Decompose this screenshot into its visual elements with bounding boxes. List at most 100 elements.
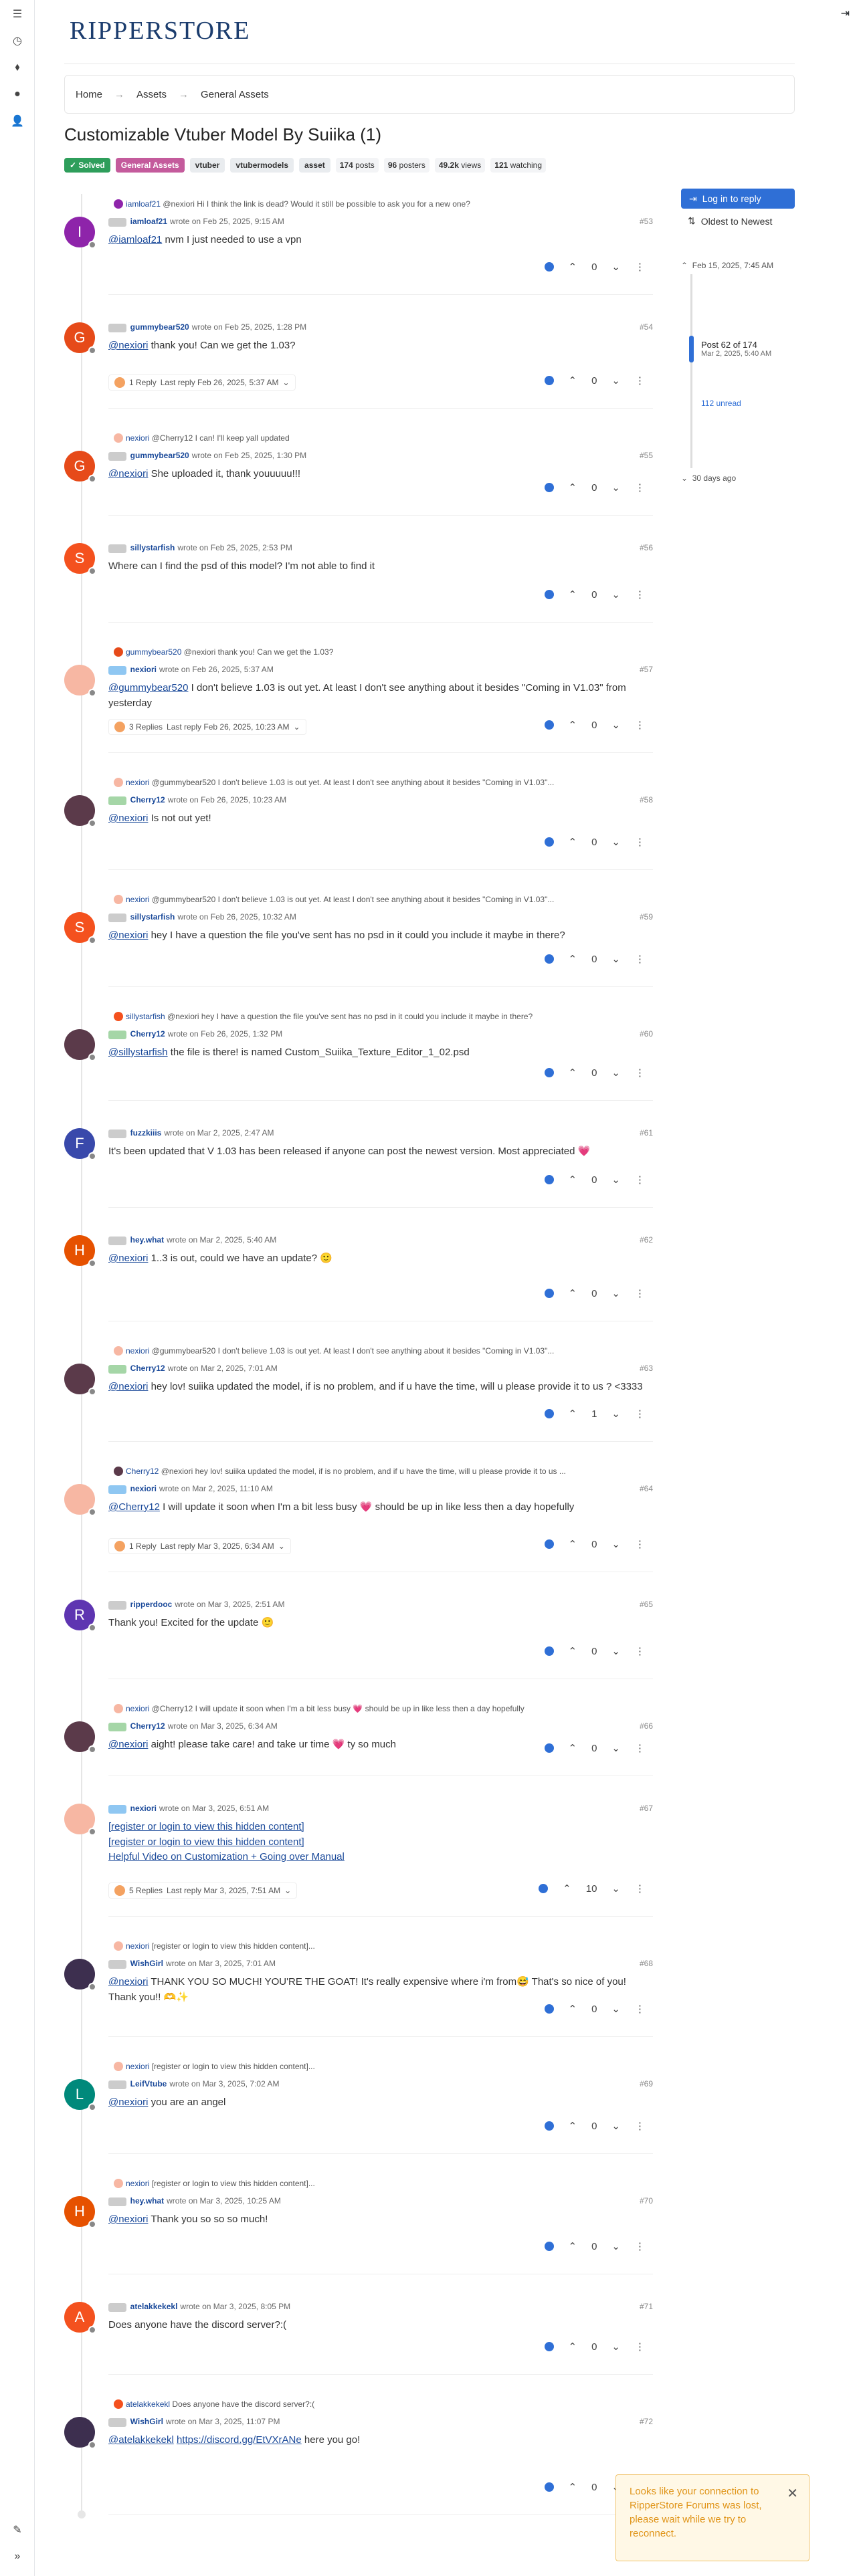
upvote-icon[interactable]: ⌃	[563, 1883, 571, 1895]
post-author[interactable]: Cherry12	[130, 1721, 165, 1731]
downvote-icon[interactable]: ⌄	[611, 2003, 620, 2015]
post-index[interactable]: #56	[640, 543, 653, 552]
category-badge[interactable]: General Assets	[115, 158, 185, 173]
tag-asset[interactable]: asset	[299, 158, 330, 173]
post-index[interactable]: #68	[640, 1959, 653, 1968]
upvote-icon[interactable]: ⌃	[569, 2003, 577, 2015]
post-timestamp[interactable]: wrote on Mar 2, 2025, 2:47 AM	[164, 1128, 274, 1138]
avatar[interactable]: H	[64, 1235, 96, 1267]
vote-count[interactable]: 0	[591, 2121, 597, 2132]
parent-post-preview[interactable]: atelakkekekl Does anyone have the discor…	[114, 2399, 642, 2409]
post-timestamp[interactable]: wrote on Feb 25, 2025, 2:53 PM	[177, 543, 292, 552]
post-author[interactable]: Cherry12	[130, 1029, 165, 1039]
parent-post-preview[interactable]: nexiori [register or login to view this …	[114, 2179, 642, 2188]
vote-count[interactable]: 0	[591, 954, 597, 965]
post-author[interactable]: gummybear520	[130, 451, 189, 460]
post-index[interactable]: #57	[640, 665, 653, 674]
quote-icon[interactable]	[544, 837, 554, 847]
upvote-icon[interactable]: ⌃	[569, 953, 577, 965]
more-options-icon[interactable]: ⋮	[635, 719, 645, 731]
quote-icon[interactable]	[544, 483, 554, 492]
upvote-icon[interactable]: ⌃	[569, 1408, 577, 1420]
post-index[interactable]: #67	[640, 1804, 653, 1813]
hidden-content-link[interactable]: [register or login to view this hidden c…	[108, 1821, 304, 1832]
replies-toggle[interactable]: 3 Replies Last reply Feb 26, 2025, 10:23 …	[108, 719, 306, 735]
upvote-icon[interactable]: ⌃	[569, 1067, 577, 1079]
post-timestamp[interactable]: wrote on Mar 3, 2025, 8:05 PM	[180, 2302, 290, 2311]
post-timestamp[interactable]: wrote on Feb 25, 2025, 1:28 PM	[192, 322, 306, 332]
post-author[interactable]: Cherry12	[130, 795, 165, 804]
breadcrumb-assets[interactable]: Assets	[136, 89, 167, 100]
quote-icon[interactable]	[539, 1884, 549, 1893]
more-options-icon[interactable]: ⋮	[635, 1538, 645, 1550]
downvote-icon[interactable]: ⌄	[611, 2120, 620, 2132]
post-timestamp[interactable]: wrote on Feb 25, 2025, 1:30 PM	[192, 451, 306, 460]
upvote-icon[interactable]: ⌃	[569, 2240, 577, 2252]
parent-post-preview[interactable]: nexiori @Cherry12 I can! I'll keep yall …	[114, 433, 642, 443]
downvote-icon[interactable]: ⌄	[611, 1742, 620, 1754]
user-mention[interactable]: @nexiori	[108, 468, 148, 479]
post-index[interactable]: #69	[640, 2079, 653, 2088]
more-options-icon[interactable]: ⋮	[635, 1408, 645, 1420]
quote-icon[interactable]	[544, 376, 554, 385]
downvote-icon[interactable]: ⌄	[611, 2240, 620, 2252]
upvote-icon[interactable]: ⌃	[569, 836, 577, 848]
breadcrumb-general-assets[interactable]: General Assets	[201, 89, 269, 100]
user-mention[interactable]: @nexiori	[108, 1976, 148, 1988]
post-author[interactable]: LeifVtube	[130, 2079, 167, 2088]
parent-post-preview[interactable]: nexiori @Cherry12 I will update it soon …	[114, 1704, 642, 1713]
post-index[interactable]: #62	[640, 1235, 653, 1245]
more-options-icon[interactable]: ⋮	[635, 1742, 645, 1754]
post-author[interactable]: WishGirl	[130, 2417, 163, 2426]
more-options-icon[interactable]: ⋮	[635, 2341, 645, 2353]
unread-link[interactable]: 112 unread	[701, 399, 741, 408]
upvote-icon[interactable]: ⌃	[569, 719, 577, 731]
quote-icon[interactable]	[544, 2004, 554, 2014]
post-author[interactable]: Cherry12	[130, 1364, 165, 1373]
upvote-icon[interactable]: ⌃	[569, 1645, 577, 1657]
post-timestamp[interactable]: wrote on Feb 26, 2025, 10:32 AM	[177, 912, 296, 922]
quote-icon[interactable]	[544, 720, 554, 730]
post-author[interactable]: WishGirl	[130, 1959, 163, 1968]
quote-icon[interactable]	[544, 2121, 554, 2131]
post-author[interactable]: nexiori	[130, 1484, 157, 1493]
post-author[interactable]: hey.what	[130, 1235, 164, 1245]
expand-icon[interactable]: »	[10, 2549, 25, 2564]
vote-count[interactable]: 0	[591, 2482, 597, 2493]
user-mention[interactable]: @nexiori	[108, 2214, 148, 2225]
quote-icon[interactable]	[544, 1539, 554, 1549]
avatar[interactable]	[64, 1029, 96, 1061]
post-author[interactable]: sillystarfish	[130, 912, 175, 922]
vote-count[interactable]: 0	[591, 1743, 597, 1754]
post-index[interactable]: #60	[640, 1029, 653, 1039]
post-index[interactable]: #61	[640, 1128, 653, 1138]
avatar[interactable]: G	[64, 322, 96, 354]
vote-count[interactable]: 0	[591, 589, 597, 601]
post-index[interactable]: #53	[640, 217, 653, 226]
avatar[interactable]: R	[64, 1600, 96, 1632]
quote-icon[interactable]	[544, 590, 554, 599]
post-author[interactable]: gummybear520	[130, 322, 189, 332]
vote-count[interactable]: 0	[591, 1539, 597, 1550]
vote-count[interactable]: 0	[591, 720, 597, 731]
post-author[interactable]: hey.what	[130, 2196, 164, 2206]
user-mention[interactable]: @nexiori	[108, 930, 148, 941]
upvote-icon[interactable]: ⌃	[569, 2481, 577, 2493]
upvote-icon[interactable]: ⌃	[569, 1742, 577, 1754]
more-options-icon[interactable]: ⋮	[635, 2120, 645, 2132]
user-mention[interactable]: @nexiori	[108, 1381, 148, 1392]
timeline-track[interactable]	[690, 274, 692, 468]
timeline-handle[interactable]	[689, 336, 694, 362]
avatar[interactable]	[64, 1484, 96, 1516]
login-to-reply-button[interactable]: ⇥ Log in to reply	[681, 189, 795, 209]
replies-toggle[interactable]: 1 Reply Last reply Feb 26, 2025, 5:37 AM ⌄	[108, 374, 296, 391]
post-timestamp[interactable]: wrote on Feb 25, 2025, 9:15 AM	[170, 217, 284, 226]
tag-vtubermodels[interactable]: vtubermodels	[230, 158, 294, 173]
tags-icon[interactable]: ⬧	[10, 60, 25, 75]
more-options-icon[interactable]: ⋮	[635, 1174, 645, 1186]
timeline-start[interactable]: ⌃ Feb 15, 2025, 7:45 AM	[681, 261, 795, 270]
post-author[interactable]: iamloaf21	[130, 217, 167, 226]
downvote-icon[interactable]: ⌄	[611, 1645, 620, 1657]
avatar[interactable]: A	[64, 2302, 96, 2334]
user-mention[interactable]: @sillystarfish	[108, 1047, 168, 1058]
